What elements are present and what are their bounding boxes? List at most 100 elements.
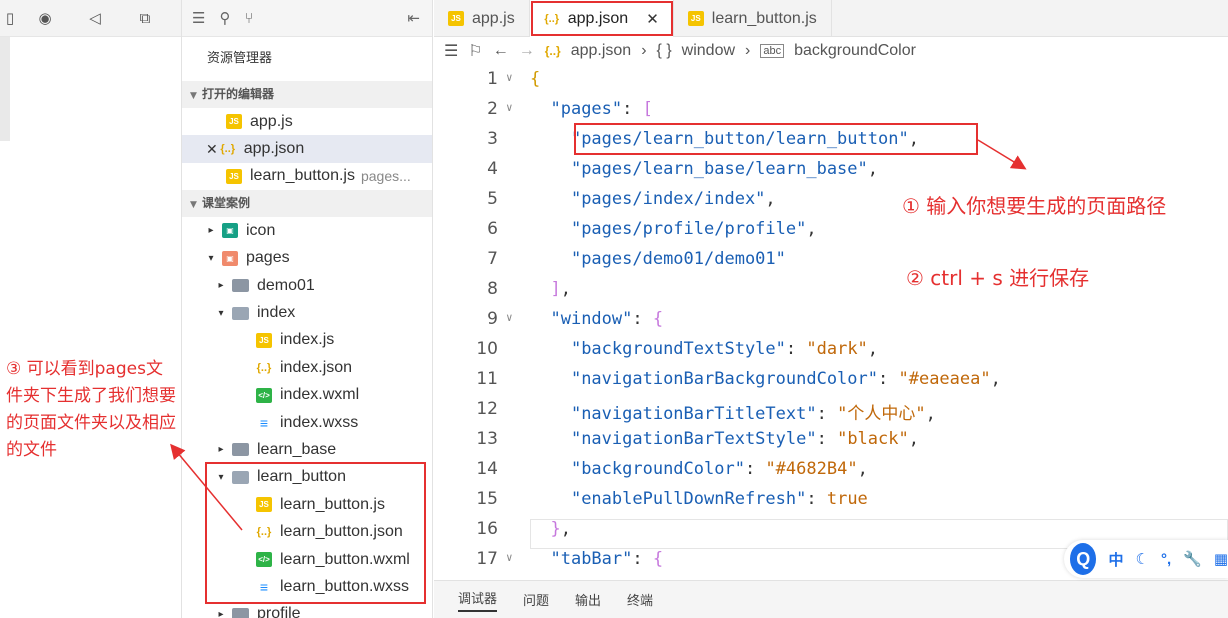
code-line[interactable]: "pages/demo01/demo01" — [530, 249, 786, 269]
tree-item-label: index.wxss — [280, 413, 359, 431]
bottom-tab[interactable]: 调试器 — [458, 588, 498, 612]
tab-app-json[interactable]: {..} app.json ✕ — [529, 0, 674, 37]
source-control-icon[interactable]: ⑂ — [244, 10, 253, 27]
code-line[interactable]: "navigationBarTextStyle": "black", — [530, 429, 919, 449]
caret-right-icon[interactable]: ▸ — [214, 609, 228, 618]
fold-chevron-icon[interactable]: ∨ — [506, 71, 513, 84]
open-editor-label: app.js — [250, 112, 293, 130]
code-line[interactable]: "tabBar": { — [530, 549, 663, 569]
code-line[interactable]: { — [530, 69, 540, 89]
ime-toolbar[interactable]: Q 中 ☾ °, 🔧 ▦ — [1064, 540, 1228, 578]
ime-logo[interactable]: Q — [1070, 543, 1097, 575]
code-line[interactable]: "navigationBarBackgroundColor": "#eaeaea… — [530, 369, 1001, 389]
back-arrow-icon[interactable]: ← — [493, 42, 509, 60]
explorer-title: 资源管理器 — [207, 51, 273, 66]
editor-tabs: JS app.js {..} app.json ✕ JS learn_button.js — [434, 0, 1228, 37]
code-line[interactable]: "backgroundColor": "#4682B4", — [530, 459, 868, 479]
open-editor-item[interactable]: JS app.js — [182, 108, 432, 135]
record-icon[interactable]: ◉ — [20, 0, 70, 37]
fold-chevron-icon[interactable]: ∨ — [506, 311, 513, 324]
forward-arrow-icon[interactable]: → — [519, 42, 535, 60]
open-editor-item[interactable]: JS learn_button.js pages... — [182, 163, 432, 190]
line-number: 5 — [487, 189, 498, 209]
bottom-tab[interactable]: 终端 — [627, 590, 653, 609]
code-line[interactable]: "window": { — [530, 309, 663, 329]
code-line[interactable]: "pages/learn_base/learn_base", — [530, 159, 878, 179]
code-line[interactable]: ], — [530, 279, 571, 299]
collapse-panel-icon[interactable]: ⇤ — [407, 9, 420, 27]
open-editor-item[interactable]: ✕ {..} app.json — [182, 135, 432, 163]
code-line[interactable]: "backgroundTextStyle": "dark", — [530, 339, 878, 359]
bottom-tab[interactable]: 输出 — [575, 590, 601, 609]
copy-icon[interactable]: ⧉ — [120, 0, 170, 37]
line-number: 15 — [476, 489, 498, 509]
tree-item-label: index.js — [280, 331, 335, 349]
line-number: 2 — [487, 99, 498, 119]
close-tab-icon[interactable]: ✕ — [646, 10, 659, 28]
wxss-file-icon: ≡ — [259, 414, 269, 431]
bottom-panel-tabs: 调试器 问题 输出 终端 — [434, 580, 1228, 618]
breadcrumb-object[interactable]: window — [682, 42, 735, 60]
moon-icon[interactable]: ☾ — [1136, 550, 1149, 568]
punctuation-icon[interactable]: °, — [1161, 551, 1171, 568]
wxml-file-icon: </> — [256, 387, 272, 403]
code-line[interactable]: "enablePullDownRefresh": true — [530, 489, 868, 509]
line-number: 4 — [487, 159, 498, 179]
caret-down-icon[interactable]: ▾ — [204, 253, 218, 264]
open-editor-label: learn_button.js — [250, 167, 355, 185]
caret-right-icon[interactable]: ▸ — [214, 280, 228, 291]
annotation-step3: ③ 可以看到pages文件夹下生成了我们想要的页面文件夹以及相应的文件 — [6, 359, 176, 460]
tree-item[interactable]: {..} index.json — [182, 354, 432, 381]
tree-item[interactable]: JS index.js — [182, 327, 432, 354]
bookmark-icon[interactable]: ⚐ — [468, 41, 482, 61]
tree-item[interactable]: ▸ learn_base — [182, 436, 432, 463]
pages-folder-icon: ▣ — [222, 250, 238, 266]
tree-item[interactable]: </> index.wxml — [182, 382, 432, 409]
ime-lang[interactable]: 中 — [1108, 549, 1123, 570]
breadcrumb-field[interactable]: backgroundColor — [794, 42, 916, 60]
line-number: 1 — [487, 69, 498, 89]
list-icon[interactable]: ☰ — [192, 9, 205, 27]
code-line[interactable]: "pages/profile/profile", — [530, 219, 817, 239]
caret-right-icon[interactable]: ▸ — [204, 225, 218, 236]
volume-icon[interactable]: ◁ — [70, 0, 120, 37]
caret-down-icon: ▼ — [190, 91, 197, 101]
tree-item[interactable]: ▾ index — [182, 299, 432, 326]
js-file-icon: JS — [226, 168, 242, 184]
tree-item-label: index.json — [280, 358, 353, 376]
js-file-icon: JS — [256, 332, 272, 348]
code-line[interactable]: }, — [530, 519, 571, 539]
tablet-icon[interactable]: ▯ — [0, 0, 20, 37]
project-header[interactable]: ▼ 课堂案例 — [182, 190, 432, 218]
tab-app-js[interactable]: JS app.js — [434, 0, 530, 37]
caret-right-icon[interactable]: ▸ — [214, 444, 228, 455]
chevron-right-icon: › — [745, 42, 751, 59]
js-file-icon: JS — [687, 11, 704, 26]
line-number: 10 — [476, 339, 498, 359]
fold-chevron-icon[interactable]: ∨ — [506, 551, 513, 564]
tree-item[interactable]: ▸ ▣ icon — [182, 217, 432, 244]
line-number: 6 — [487, 219, 498, 239]
open-editors-header[interactable]: ▼ 打开的编辑器 — [182, 81, 432, 108]
list-icon[interactable]: ☰ — [444, 41, 458, 61]
code-line[interactable]: "navigationBarTitleText": "个人中心", — [530, 399, 936, 424]
fold-chevron-icon[interactable]: ∨ — [506, 101, 513, 114]
tree-item[interactable]: ▾ ▣ pages — [182, 245, 432, 272]
search-icon[interactable]: ⚲ — [219, 9, 230, 27]
caret-down-icon[interactable]: ▾ — [214, 308, 228, 319]
bottom-tab[interactable]: 问题 — [523, 590, 549, 609]
annotation-step1: ① 输入你想要生成的页面路径 — [902, 194, 1167, 218]
breadcrumb-file[interactable]: app.json — [571, 42, 632, 60]
tree-item-label: pages — [246, 249, 290, 267]
tree-item[interactable]: ▸ demo01 — [182, 272, 432, 299]
simulator-edge — [0, 37, 10, 141]
grid-icon[interactable]: ▦ — [1214, 550, 1228, 568]
wrench-icon[interactable]: 🔧 — [1183, 550, 1202, 568]
close-icon[interactable]: ✕ — [206, 141, 218, 158]
js-file-icon: JS — [226, 114, 242, 130]
caret-down-icon: ▼ — [190, 200, 197, 211]
code-line[interactable]: "pages/index/index", — [530, 189, 776, 209]
code-line[interactable]: "pages": [ — [530, 99, 652, 119]
tab-learn_button-js[interactable]: JS learn_button.js — [674, 0, 832, 37]
tree-item[interactable]: ≡ index.wxss — [182, 409, 432, 436]
